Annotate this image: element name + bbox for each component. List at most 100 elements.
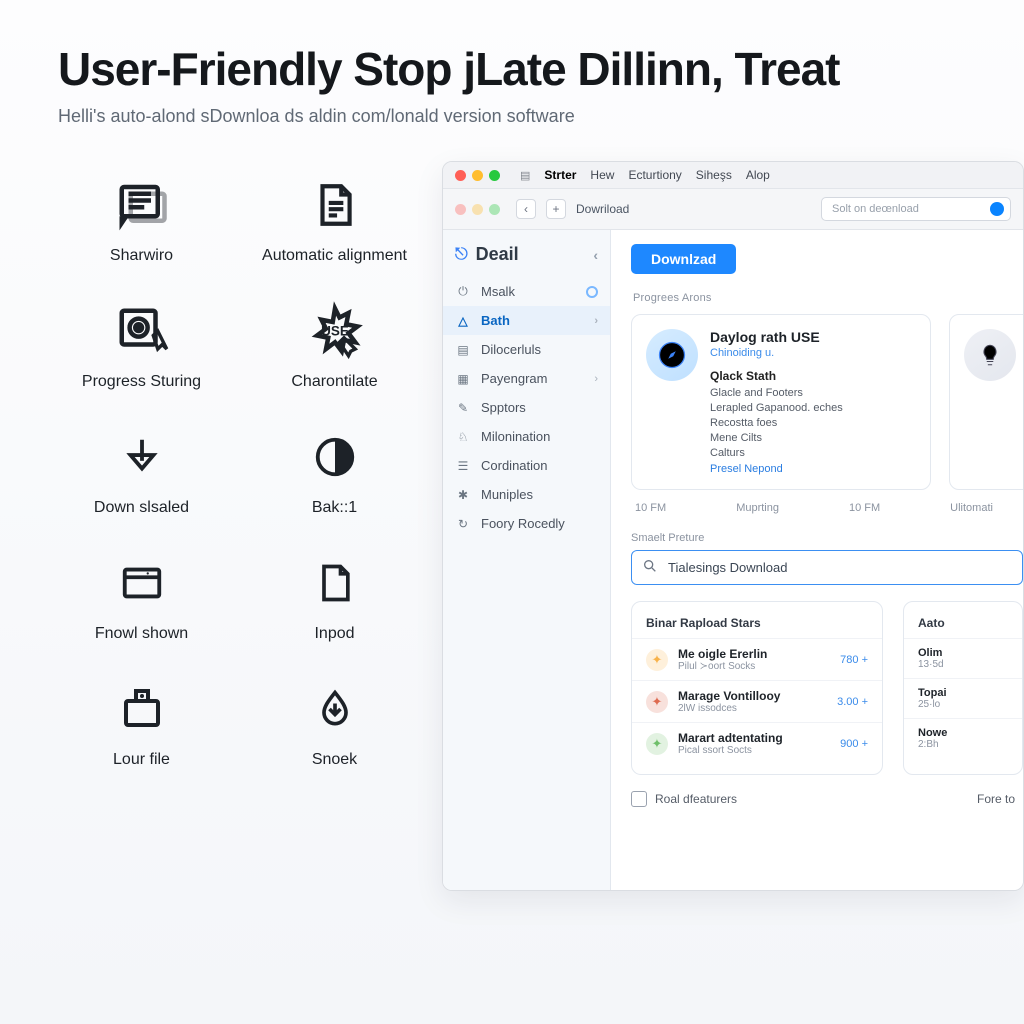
download-button[interactable]: Downlzad	[631, 244, 736, 274]
feature-download-drop: Snoek	[251, 677, 418, 769]
sidebar-item-label: Milonination	[481, 429, 550, 444]
card1-link[interactable]: Presel Nepond	[710, 463, 843, 475]
sidebar-icon: ♘	[455, 430, 471, 444]
sidebar-icon: ↻	[455, 517, 471, 531]
collapse-icon[interactable]: ‹	[593, 247, 598, 263]
window-icon	[58, 551, 225, 615]
sidebar-item-muniples[interactable]: ✱ Muniples	[443, 480, 610, 509]
feature-target-hand: Progress Sturing	[58, 299, 225, 391]
traffic-lights[interactable]	[455, 170, 500, 181]
list-item[interactable]: ✦Marage Vontillooy2lW issodces3.00 +	[632, 680, 882, 722]
search-icon	[642, 558, 658, 577]
zoom-icon[interactable]	[489, 170, 500, 181]
chat-lines-icon	[58, 173, 225, 237]
card1-block: Qlack Stath	[710, 369, 843, 383]
card-daylog[interactable]: Daylog rath USE Chinoiding u. Qlack Stat…	[631, 314, 931, 490]
sidebar-item-foory rocedly[interactable]: ↻ Foory Rocedly	[443, 509, 610, 538]
list2-title: Aato	[904, 612, 1022, 638]
toolbar-add-button[interactable]: +	[546, 199, 566, 219]
card1-line: Glacle and Footers	[710, 387, 843, 399]
doc-fold-icon	[251, 173, 418, 237]
menu-item-alop[interactable]: Alop	[746, 168, 770, 182]
toolbar-search[interactable]: Solt on deœnload	[821, 197, 1011, 221]
compass-icon	[646, 329, 698, 381]
feature-label: Automatic alignment	[251, 247, 418, 265]
menu-item-ectur[interactable]: Ecturtiony	[628, 168, 681, 182]
footer-right[interactable]: Fore to	[977, 792, 1015, 806]
timeline-0: 10 FM	[635, 502, 666, 514]
card1-line: Lerapled Gapanood. eches	[710, 402, 843, 414]
sidebar-item-payengram[interactable]: ▦Payengram›	[443, 364, 610, 393]
feature-label: Fnowl shown	[58, 625, 225, 643]
sidebar-item-dilocerluls[interactable]: ▤Dilocerluls	[443, 335, 610, 364]
row-sub: 2:Bh	[918, 739, 947, 750]
list-item[interactable]: ✦Me oigle ErerlinPilul ≻oort Socks780 +	[632, 638, 882, 680]
sidebar-item-label: Cordination	[481, 458, 548, 473]
roadfeatures-checkbox[interactable]	[631, 791, 647, 807]
row-title: Topai	[918, 687, 947, 699]
sidebar-item-milonination[interactable]: ♘ Milonination	[443, 422, 610, 451]
close-icon[interactable]	[455, 170, 466, 181]
content-pane: Downlzad Progrees Arons Daylog rath USE …	[611, 230, 1023, 890]
feature-arrow-down: Down slsaled	[58, 425, 225, 517]
list-item[interactable]: Nowe2:Bh	[904, 718, 1022, 758]
toolbar-back-button[interactable]: ‹	[516, 199, 536, 219]
timeline-3: Ulitomati	[950, 502, 993, 514]
upload-box-icon	[58, 677, 225, 741]
sidebar: ⎋ Deail ‹ ⏻Msalk△Bath›▤Dilocerluls▦Payen…	[443, 230, 611, 890]
card1-title: Daylog rath USE	[710, 329, 843, 345]
download-search-text: Tialesings Download	[668, 560, 787, 575]
sidebar-icon: ▦	[455, 372, 471, 386]
list-item[interactable]: Olim13·5d	[904, 638, 1022, 678]
feature-window: Fnowl shown	[58, 551, 225, 643]
feature-burst-use: USE Charontilate	[251, 299, 418, 391]
menu-item-sihe[interactable]: Siheşs	[696, 168, 732, 182]
section-progress-title: Progrees Arons	[633, 292, 1023, 304]
feature-label: Charontilate	[251, 373, 418, 391]
brand-logo-icon: ⎋	[455, 246, 468, 264]
brand-label: Deail	[476, 244, 519, 265]
download-drop-icon	[251, 677, 418, 741]
feature-grid: Sharwiro Automatic alignment Progress Stur…	[58, 151, 418, 891]
card-stabo[interactable]: Stabo d Ploce we Alntionte DonsloolPropo…	[949, 314, 1023, 490]
sidebar-item-label: Muniples	[481, 487, 533, 502]
sidebar-item-label: Msalk	[481, 284, 515, 299]
feature-label: Progress Sturing	[58, 373, 225, 391]
sidebar-item-label: Bath	[481, 313, 510, 328]
feature-half-circle: Bak::1	[251, 425, 418, 517]
row-meta: 780 +	[840, 654, 868, 666]
row-title: Marart adtentating	[678, 731, 783, 745]
menu-item-starter[interactable]: Strter	[544, 168, 576, 182]
timeline-2: 10 FM	[849, 502, 880, 514]
menu-item-hew[interactable]: Hew	[590, 168, 614, 182]
card1-sub: Chinoiding u.	[710, 347, 843, 359]
sidebar-brand[interactable]: ⎋ Deail ‹	[443, 240, 610, 277]
chevron-right-icon: ›	[594, 373, 598, 385]
row-sub: Pilul ≻oort Socks	[678, 661, 767, 672]
sidebar-item-cordination[interactable]: ☰Cordination	[443, 451, 610, 480]
card1-line: Mene Cilts	[710, 432, 843, 444]
list-item[interactable]: Topai25·lo	[904, 678, 1022, 718]
feature-chat-lines: Sharwiro	[58, 173, 225, 265]
doc-icon: ▤	[520, 169, 530, 182]
sidebar-icon: ✱	[455, 488, 471, 502]
sidebar-item-spptors[interactable]: ✎Spptors	[443, 393, 610, 422]
row-sub: Pical ssort Socts	[678, 745, 783, 756]
sidebar-item-bath[interactable]: △Bath›	[443, 306, 610, 335]
breadcrumb: Dowriload	[576, 202, 629, 216]
half-circle-icon	[251, 425, 418, 489]
download-search[interactable]: Tialesings Download	[631, 550, 1023, 585]
app-window: ▤ Strter Hew Ecturtiony Siheşs Alop ‹ + …	[442, 161, 1024, 891]
minimize-icon[interactable]	[472, 170, 483, 181]
row-sub: 25·lo	[918, 699, 947, 710]
feature-label: Bak::1	[251, 499, 418, 517]
sidebar-item-label: Foory Rocedly	[481, 516, 565, 531]
row-meta: 3.00 +	[837, 696, 868, 708]
search-placeholder: Solt on deœnload	[832, 203, 919, 215]
list-rapload-stars: Binar Rapload Stars ✦Me oigle ErerlinPil…	[631, 601, 883, 775]
timeline-1: Muprting	[736, 502, 779, 514]
burst-use-icon: USE	[251, 299, 418, 363]
sidebar-item-msalk[interactable]: ⏻Msalk	[443, 277, 610, 306]
row-title: Marage Vontillooy	[678, 689, 780, 703]
list-item[interactable]: ✦Marart adtentatingPical ssort Socts900 …	[632, 722, 882, 764]
